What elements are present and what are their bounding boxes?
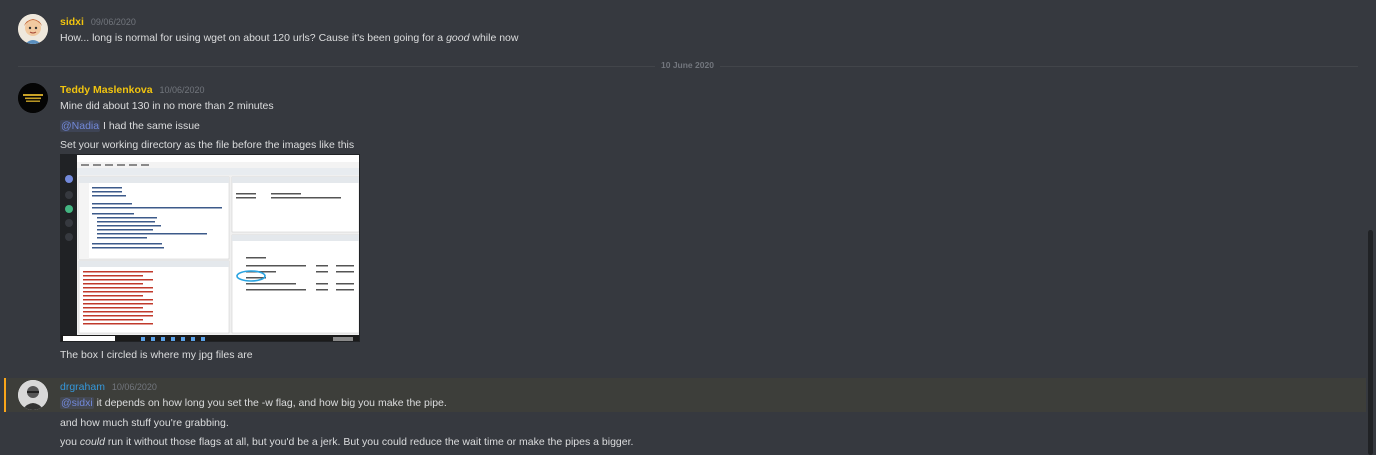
timestamp: 10/06/2020 <box>159 85 205 95</box>
message-text: The box I circled is where my jpg files … <box>60 349 253 361</box>
message-text: How... long is normal for using wget on … <box>60 32 519 44</box>
author-name[interactable]: drgraham <box>60 381 105 393</box>
message-text: @Nadia I had the same issue <box>60 120 200 132</box>
avatar[interactable] <box>18 380 48 410</box>
author-name[interactable]: sidxi <box>60 16 84 28</box>
avatar[interactable] <box>18 83 48 113</box>
author-name[interactable]: Teddy Maslenkova <box>60 84 153 96</box>
image-attachment[interactable] <box>60 154 360 342</box>
date-divider-label: 10 June 2020 <box>655 60 720 70</box>
timestamp: 10/06/2020 <box>111 382 157 392</box>
message-text: Mine did about 130 in no more than 2 min… <box>60 100 274 112</box>
avatar-cartoon-icon <box>18 14 48 44</box>
message-text: Set your working directory as the file b… <box>60 139 355 151</box>
chat-view: sidxi 09/06/2020 How... long is normal f… <box>0 0 1376 455</box>
message-text: @sidxi it depends on how long you set th… <box>60 397 447 409</box>
chat-scrollbar[interactable] <box>1368 230 1373 455</box>
rstudio-screenshot-image <box>61 155 359 341</box>
message-text: and how much stuff you're grabbing. <box>60 417 229 429</box>
timestamp: 09/06/2020 <box>90 17 136 27</box>
user-mention[interactable]: @Nadia <box>60 120 101 132</box>
message-sidxi: sidxi 09/06/2020 How... long is normal f… <box>0 0 1366 50</box>
avatar-photo-icon <box>18 380 48 410</box>
user-mention[interactable]: @sidxi <box>60 397 94 409</box>
message-text: you could run it without those flags at … <box>60 436 634 448</box>
avatar[interactable] <box>18 14 48 44</box>
avatar-logo-icon <box>18 83 48 113</box>
